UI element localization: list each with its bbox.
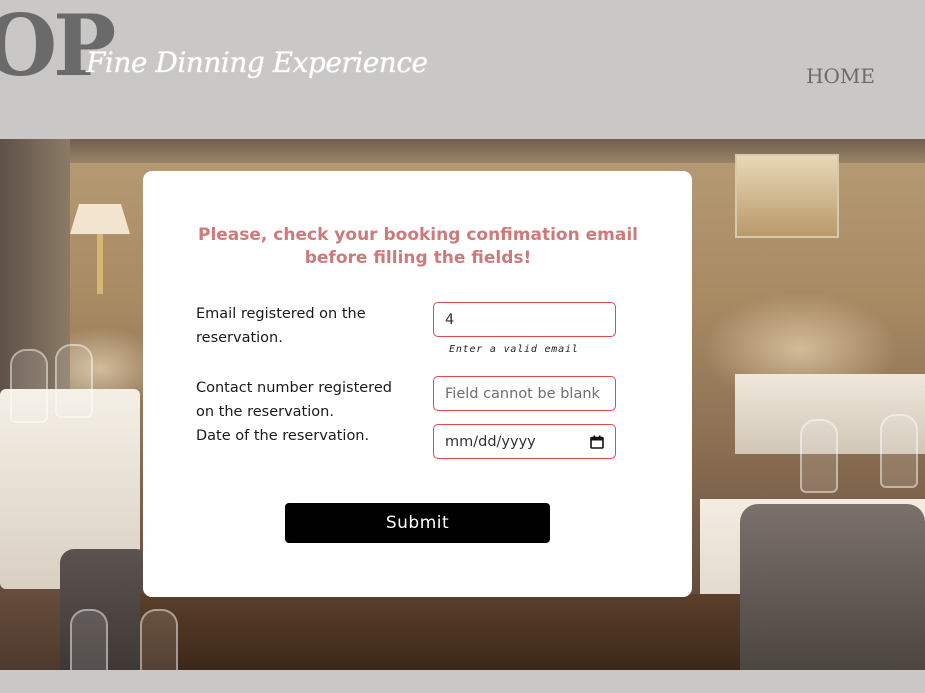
hero-chair-right — [740, 504, 925, 670]
site-tagline: Fine Dinning Experience — [86, 46, 428, 79]
form-title: Please, check your booking confimation e… — [197, 225, 638, 268]
reservation-date-field[interactable]: mm/dd/yyyy — [433, 424, 616, 459]
contact-number-label: Contact number registered on the reserva… — [196, 380, 392, 420]
hero-lamp-stem — [97, 234, 103, 294]
date-placeholder: mm/dd/yyyy — [445, 433, 536, 450]
hero-glass — [800, 419, 838, 493]
nav-home-link[interactable]: HOME — [806, 64, 875, 88]
hero-floor — [140, 594, 740, 670]
calendar-icon[interactable] — [590, 435, 604, 449]
hero-glass — [880, 414, 918, 488]
reservation-date-label: Date of the reservation. — [196, 428, 370, 444]
submit-button[interactable]: Submit — [285, 503, 550, 543]
hero-lamp-shade — [70, 204, 130, 234]
email-field[interactable] — [433, 302, 616, 337]
hero-glass — [70, 609, 108, 670]
contact-number-field[interactable] — [433, 376, 616, 411]
email-validation-hint: Enter a valid email — [449, 344, 579, 355]
hero-wine-shelf — [735, 154, 839, 238]
hero-glass — [10, 349, 48, 423]
email-label: Email registered on the reservation. — [196, 306, 366, 346]
hero-glass — [55, 344, 93, 418]
hero-glass — [140, 609, 178, 670]
reservation-lookup-form: Please, check your booking confimation e… — [143, 171, 692, 597]
site-header: OP Fine Dinning Experience HOME — [0, 0, 925, 139]
